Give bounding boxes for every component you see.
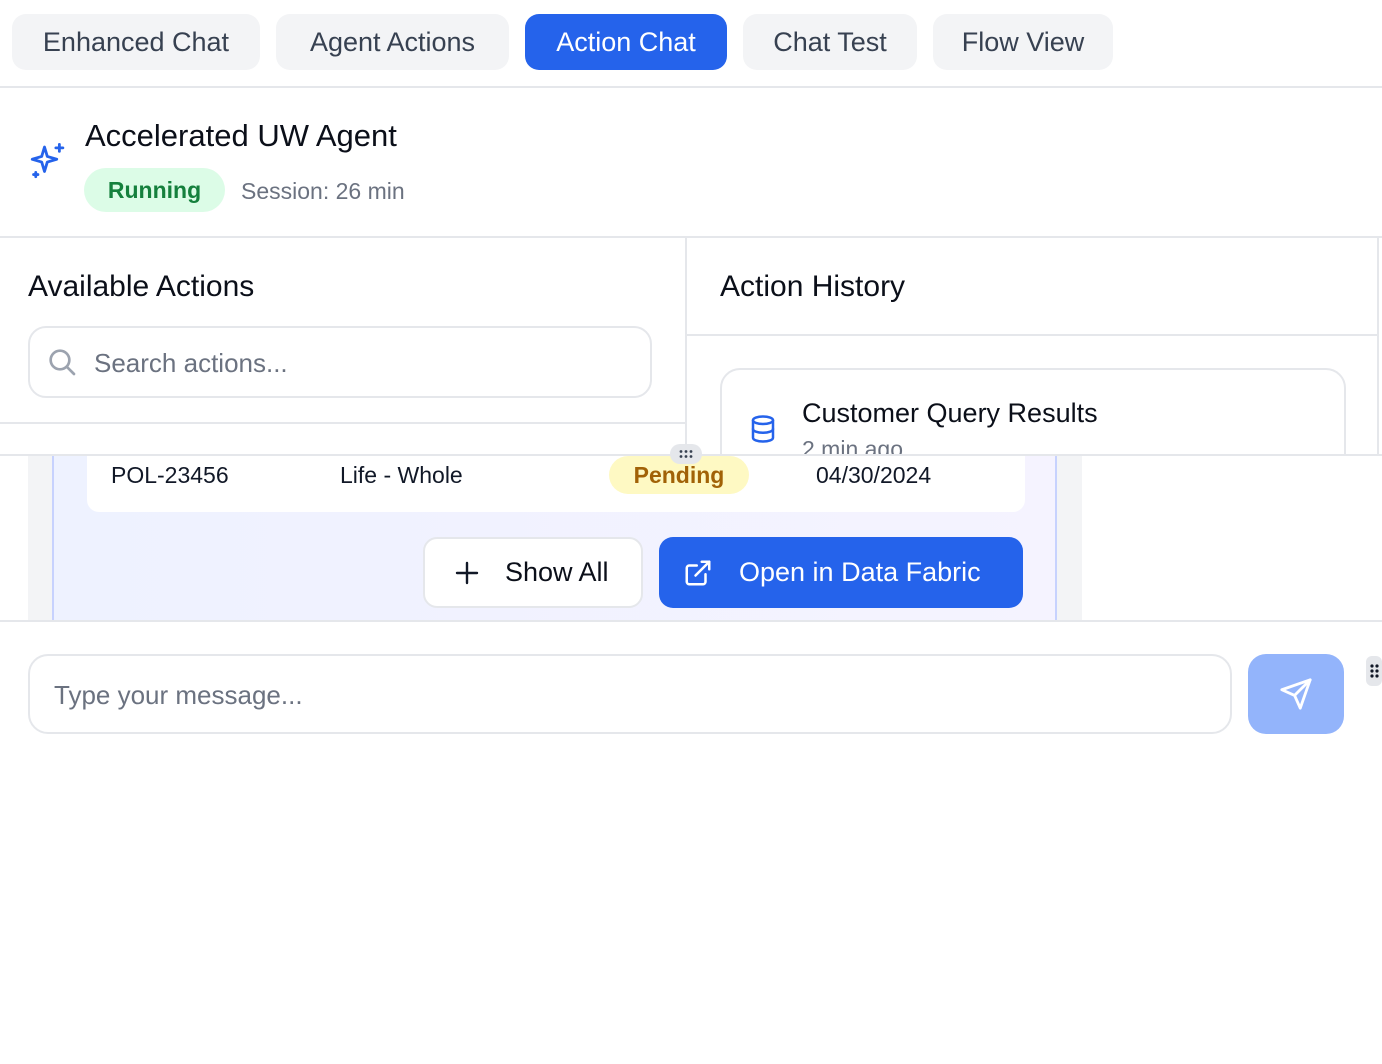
grip-dots-icon [1370,664,1379,678]
plus-icon [455,561,479,584]
open-data-fabric-label: Open in Data Fabric [739,557,981,587]
message-box [28,654,1232,734]
history-item-title: Customer Query Results [802,398,1098,428]
policy-date: 04/30/2024 [816,462,932,488]
agent-name: Accelerated UW Agent [85,118,397,153]
composer-divider [0,620,1382,622]
send-button[interactable] [1248,654,1344,734]
tab-enhanced-chat[interactable]: Enhanced Chat [12,14,260,70]
grip-dots-icon [679,450,693,458]
search-box [28,326,652,398]
action-history-header: Action History [687,238,1379,336]
action-history-title: Action History [720,270,906,303]
tab-bar: Enhanced Chat Agent Actions Action Chat … [0,0,1382,88]
database-icon [751,415,775,443]
policy-number: POL-23456 [111,462,229,488]
show-all-button[interactable]: Show All [423,537,643,608]
search-icon [49,349,76,376]
right-panel-edge [1377,238,1382,456]
session-duration: Session: 26 min [241,178,405,204]
tab-flow-view[interactable]: Flow View [933,14,1113,70]
sparkles-icon [30,142,65,179]
table-row[interactable]: POL-23456 Life - Whole Pending 04/30/202… [87,456,1025,512]
search-input[interactable] [94,344,634,382]
message-input[interactable] [54,676,1204,714]
history-item-time: 2 min ago [802,436,904,456]
available-actions-title: Available Actions [28,270,255,303]
tab-action-chat[interactable]: Action Chat [525,14,727,70]
show-all-label: Show All [505,557,609,587]
open-data-fabric-button[interactable]: Open in Data Fabric [659,537,1023,608]
status-badge: Running [84,168,225,212]
policy-type: Life - Whole [340,462,463,488]
side-grip-handle[interactable] [1366,656,1382,686]
tab-agent-actions[interactable]: Agent Actions [276,14,509,70]
tab-chat-test[interactable]: Chat Test [743,14,917,70]
history-item[interactable]: Customer Query Results 2 min ago [720,368,1346,456]
action-history-panel: Action History Customer Query Results 2 … [685,238,1379,456]
send-icon [1280,678,1312,710]
resize-handle[interactable] [670,444,702,464]
external-link-icon [685,560,711,585]
available-actions-panel: Available Actions [0,238,685,424]
agent-header: Accelerated UW Agent Running Session: 26… [0,88,1382,238]
